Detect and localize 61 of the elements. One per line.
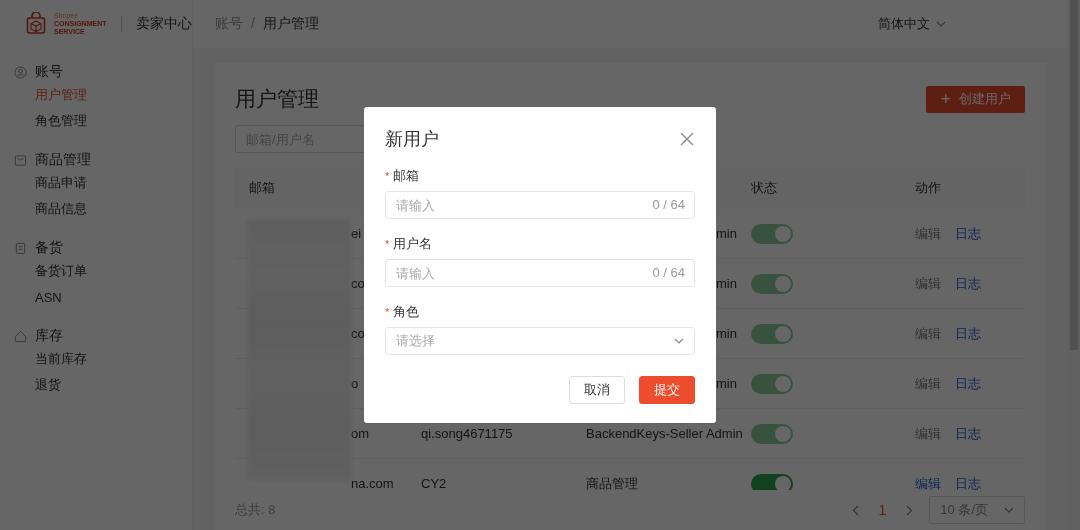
bag-logo-icon (26, 12, 46, 36)
app-name: 卖家中心 (135, 15, 192, 33)
next-page-icon[interactable] (906, 504, 914, 516)
cancel-button[interactable]: 取消 (569, 376, 625, 404)
table-cell: co (351, 276, 365, 291)
edit-link[interactable]: 编辑 (915, 474, 941, 490)
status-toggle[interactable] (751, 473, 793, 490)
table-cell: na.com (351, 476, 394, 490)
column-header: 动作 (914, 179, 942, 197)
required-mark: * (385, 306, 390, 318)
table-cell: min (716, 276, 737, 291)
house-icon (14, 329, 27, 343)
field-label: 邮箱 (393, 167, 420, 185)
character-counter: 0 / 64 (652, 197, 685, 212)
submit-button[interactable]: 提交 (639, 376, 695, 404)
table-cell: qi.song4671175 (421, 426, 513, 441)
sidebar-group-title: 商品管理 (35, 151, 91, 169)
create-user-button[interactable]: + 创建用户 (926, 85, 1025, 113)
tray-icon (14, 153, 27, 167)
sidebar-item[interactable]: 退货 (0, 372, 192, 398)
table-cell: BackendKeys-Seller Admin (586, 426, 743, 441)
table-cell: min (716, 376, 737, 391)
caret-icon (936, 21, 946, 27)
field-label: 角色 (393, 303, 420, 321)
breadcrumb-item: 用户管理 (262, 15, 319, 33)
chevron-down-icon (674, 338, 684, 344)
table-cell: min (716, 226, 737, 241)
table-cell: o (351, 376, 359, 391)
column-header: 邮箱 (248, 179, 276, 197)
log-link[interactable]: 日志 (955, 474, 981, 490)
sidebar-item[interactable]: 备货订单 (0, 258, 192, 284)
sidebar-item[interactable]: 商品申请 (0, 170, 192, 196)
table-cell: CY2 (421, 476, 447, 490)
table-cell: co (351, 326, 365, 341)
required-mark: * (385, 238, 390, 250)
table-cell: 商品管理 (586, 475, 638, 490)
sidebar-item[interactable]: 商品信息 (0, 196, 192, 222)
sidebar-item[interactable]: 当前库存 (0, 346, 192, 372)
page-button[interactable]: 1 (874, 502, 891, 518)
sidebar-item[interactable]: 用户管理 (0, 82, 192, 108)
previous-page-icon[interactable] (851, 504, 859, 516)
role-select[interactable]: 请选择 (385, 327, 695, 355)
caret-icon (1004, 507, 1014, 513)
table-cell: om (351, 426, 370, 441)
page-title: 用户管理 (235, 86, 319, 112)
field-label: 用户名 (393, 235, 433, 253)
sidebar-item[interactable]: ASN (0, 284, 192, 310)
table-cell: ei (351, 226, 362, 241)
required-mark: * (385, 170, 390, 182)
character-counter: 0 / 64 (652, 265, 685, 280)
sidebar-group-title: 备货 (35, 239, 63, 257)
user-icon (14, 65, 27, 79)
column-header: 状态 (750, 179, 778, 197)
sidebar-group-title: 账号 (35, 63, 63, 81)
language-select[interactable]: 简体中文 (878, 15, 946, 33)
close-icon[interactable] (679, 131, 695, 147)
sidebar-group-title: 库存 (35, 327, 63, 345)
table-cell: min (716, 326, 737, 341)
breadcrumb-separator: / (251, 15, 255, 33)
clipboard-icon (14, 241, 27, 255)
sidebar-item[interactable]: 角色管理 (0, 108, 192, 134)
